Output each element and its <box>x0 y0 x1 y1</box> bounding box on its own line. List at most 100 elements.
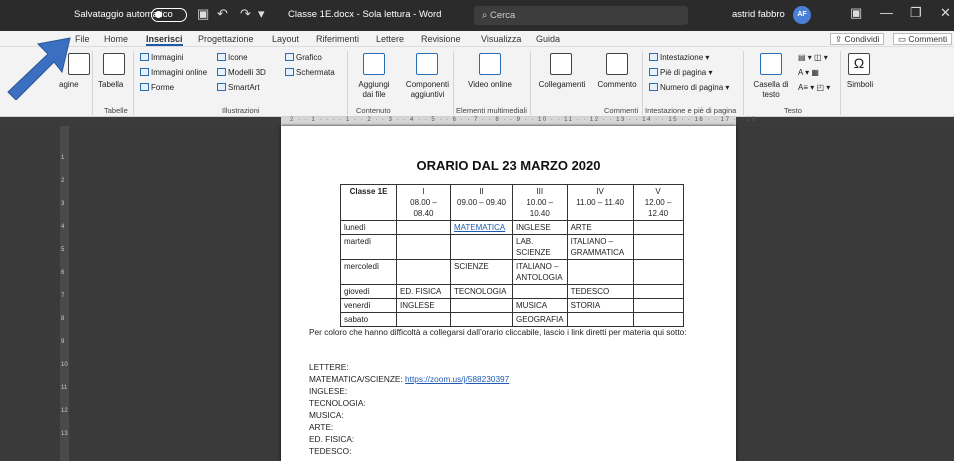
share-button[interactable]: ⇪ Condividi <box>830 33 885 45</box>
add-from-files-button[interactable]: Aggiungi dai file <box>352 80 396 100</box>
search-box[interactable]: ⌕ Cerca <box>474 6 688 25</box>
tab-progettazione[interactable]: Progettazione <box>198 34 254 44</box>
online-video-button[interactable]: Video online <box>468 80 512 90</box>
autosave-toggle[interactable] <box>151 8 187 22</box>
models3d-button[interactable]: Modelli 3D <box>217 68 266 77</box>
tab-lettere[interactable]: Lettere <box>376 34 404 44</box>
links-button[interactable]: Collegamenti <box>535 80 589 90</box>
online-images-label: Immagini online <box>151 68 208 77</box>
tab-home[interactable]: Home <box>104 34 128 44</box>
comments-button[interactable]: ▭ Commenti <box>893 33 953 45</box>
table-cell: TECNOLOGIA <box>450 284 513 299</box>
models3d-label: Modelli 3D <box>228 68 266 77</box>
zoom-link[interactable]: https://zoom.us/j/588230397 <box>405 374 509 384</box>
table-button[interactable]: Tabella <box>98 80 123 90</box>
table-row: venerdì INGLESE MUSICA STORIA <box>340 298 684 313</box>
images-button[interactable]: Immagini <box>140 53 183 62</box>
table-cell <box>632 284 684 299</box>
table-cell: STORIA <box>566 298 634 313</box>
chart-button[interactable]: Grafico <box>285 53 322 62</box>
vruler-10: 10 <box>61 362 68 368</box>
minimize-icon[interactable]: — <box>880 5 893 20</box>
day-cell: giovedì <box>340 284 397 299</box>
restore-icon[interactable]: ❐ <box>910 5 922 21</box>
vruler-12: 12 <box>61 408 68 414</box>
smartart-icon <box>217 83 226 91</box>
table-cell: ITALIANO – ANTOLOGIA <box>512 259 568 285</box>
ribbon-display-icon[interactable]: ▣ <box>850 5 862 21</box>
add-from-files-icon <box>363 53 385 75</box>
tab-layout[interactable]: Layout <box>272 34 299 44</box>
table-header-row: Classe 1E I 08.00 – 08.40 II 09.00 – 09.… <box>340 184 684 221</box>
table-cell: INGLESE <box>512 220 568 235</box>
cube-icon <box>217 68 226 76</box>
table-cell: GEOGRAFIA <box>512 312 568 327</box>
dropcap-icon[interactable]: A≡ ▾ ◰ ▾ <box>798 83 830 92</box>
matematica-link[interactable]: MATEMATICA <box>450 220 513 235</box>
matematica-label: MATEMATICA/SCIENZE: <box>309 374 406 384</box>
table-cell: ED. FISICA <box>396 284 451 299</box>
tecnologia-line: TECNOLOGIA: <box>309 398 366 408</box>
redo-icon[interactable]: ↷ <box>240 6 251 22</box>
icons-icon <box>217 53 226 61</box>
customize-icon[interactable]: ▾ <box>258 6 265 22</box>
icons-button[interactable]: Icone <box>217 53 248 62</box>
group-contenuto: Contenuto <box>356 106 391 115</box>
header-cell: Classe 1E <box>340 184 397 221</box>
quick-parts-icon[interactable]: ▤ ▾ ◫ ▾ <box>798 53 828 62</box>
chart-label: Grafico <box>296 53 322 62</box>
header-cell: IV 11.00 – 11.40 <box>566 184 634 221</box>
online-images-button[interactable]: Immagini online <box>140 68 207 77</box>
images-label: Immagini <box>151 53 184 62</box>
table-row: mercoledì SCIENZE ITALIANO – ANTOLOGIA <box>340 259 684 285</box>
save-icon[interactable]: ▣ <box>197 6 209 22</box>
group-commenti: Commenti <box>604 106 639 115</box>
table-cell <box>450 234 513 260</box>
table-icon <box>103 53 125 75</box>
table-row: sabato GEOGRAFIA <box>340 312 684 327</box>
lettere-line: LETTERE: <box>309 362 349 372</box>
table-cell <box>450 298 513 313</box>
wordart-icon[interactable]: A ▾ ▦ <box>798 68 819 77</box>
header-button[interactable]: Intestazione ▾ <box>649 53 709 62</box>
comment-icon: ▭ <box>898 34 909 44</box>
tab-revisione[interactable]: Revisione <box>421 34 461 44</box>
comment-button[interactable]: Commento <box>592 80 642 90</box>
symbols-button[interactable]: Simboli <box>840 80 880 90</box>
group-tabelle: Tabelle <box>104 106 128 115</box>
addins-button[interactable]: Componenti aggiuntivi <box>400 80 455 100</box>
close-icon[interactable]: ✕ <box>940 5 951 21</box>
textbox-button[interactable]: Casella di testo <box>748 80 794 100</box>
tab-guida[interactable]: Guida <box>536 34 560 44</box>
table-cell: LAB. SCIENZE <box>512 234 568 260</box>
group-testo: Testo <box>784 106 802 115</box>
arte-line: ARTE: <box>309 422 334 432</box>
schedule-table: Classe 1E I 08.00 – 08.40 II 09.00 – 09.… <box>340 184 684 327</box>
vruler-9: 9 <box>61 339 65 345</box>
undo-icon[interactable]: ↶ <box>217 6 228 22</box>
tab-visualizza[interactable]: Visualizza <box>481 34 521 44</box>
tab-riferimenti[interactable]: Riferimenti <box>316 34 359 44</box>
tab-inserisci[interactable]: Inserisci <box>146 34 183 46</box>
table-cell <box>396 234 451 260</box>
ribbon: agine Tabella Tabelle Immagini Immagini … <box>0 47 954 117</box>
user-name[interactable]: astrid fabbro <box>732 9 785 20</box>
table-row: martedì LAB. SCIENZE ITALIANO – GRAMMATI… <box>340 234 684 260</box>
page-number-button[interactable]: Numero di pagina ▾ <box>649 83 729 92</box>
smartart-button[interactable]: SmartArt <box>217 83 260 92</box>
screenshot-button[interactable]: Schermata <box>285 68 335 77</box>
vruler-5: 5 <box>61 247 65 253</box>
table-cell <box>396 312 451 327</box>
table-cell: ARTE <box>566 220 634 235</box>
footer-button[interactable]: Piè di pagina ▾ <box>649 68 713 77</box>
table-cell <box>632 259 684 285</box>
table-row: lunedì MATEMATICA INGLESE ARTE <box>340 220 684 235</box>
left-background <box>0 126 60 461</box>
title-bar: Salvataggio automatico ▣ ↶ ↷ ▾ Classe 1E… <box>0 0 954 31</box>
vruler-4: 4 <box>61 224 65 230</box>
shapes-button[interactable]: Forme <box>140 83 174 92</box>
header-cell: II 09.00 – 09.40 <box>450 184 513 221</box>
table-cell <box>450 312 513 327</box>
avatar[interactable]: AF <box>793 6 811 24</box>
group-header-footer: Intestazione e piè di pagina <box>645 106 737 115</box>
